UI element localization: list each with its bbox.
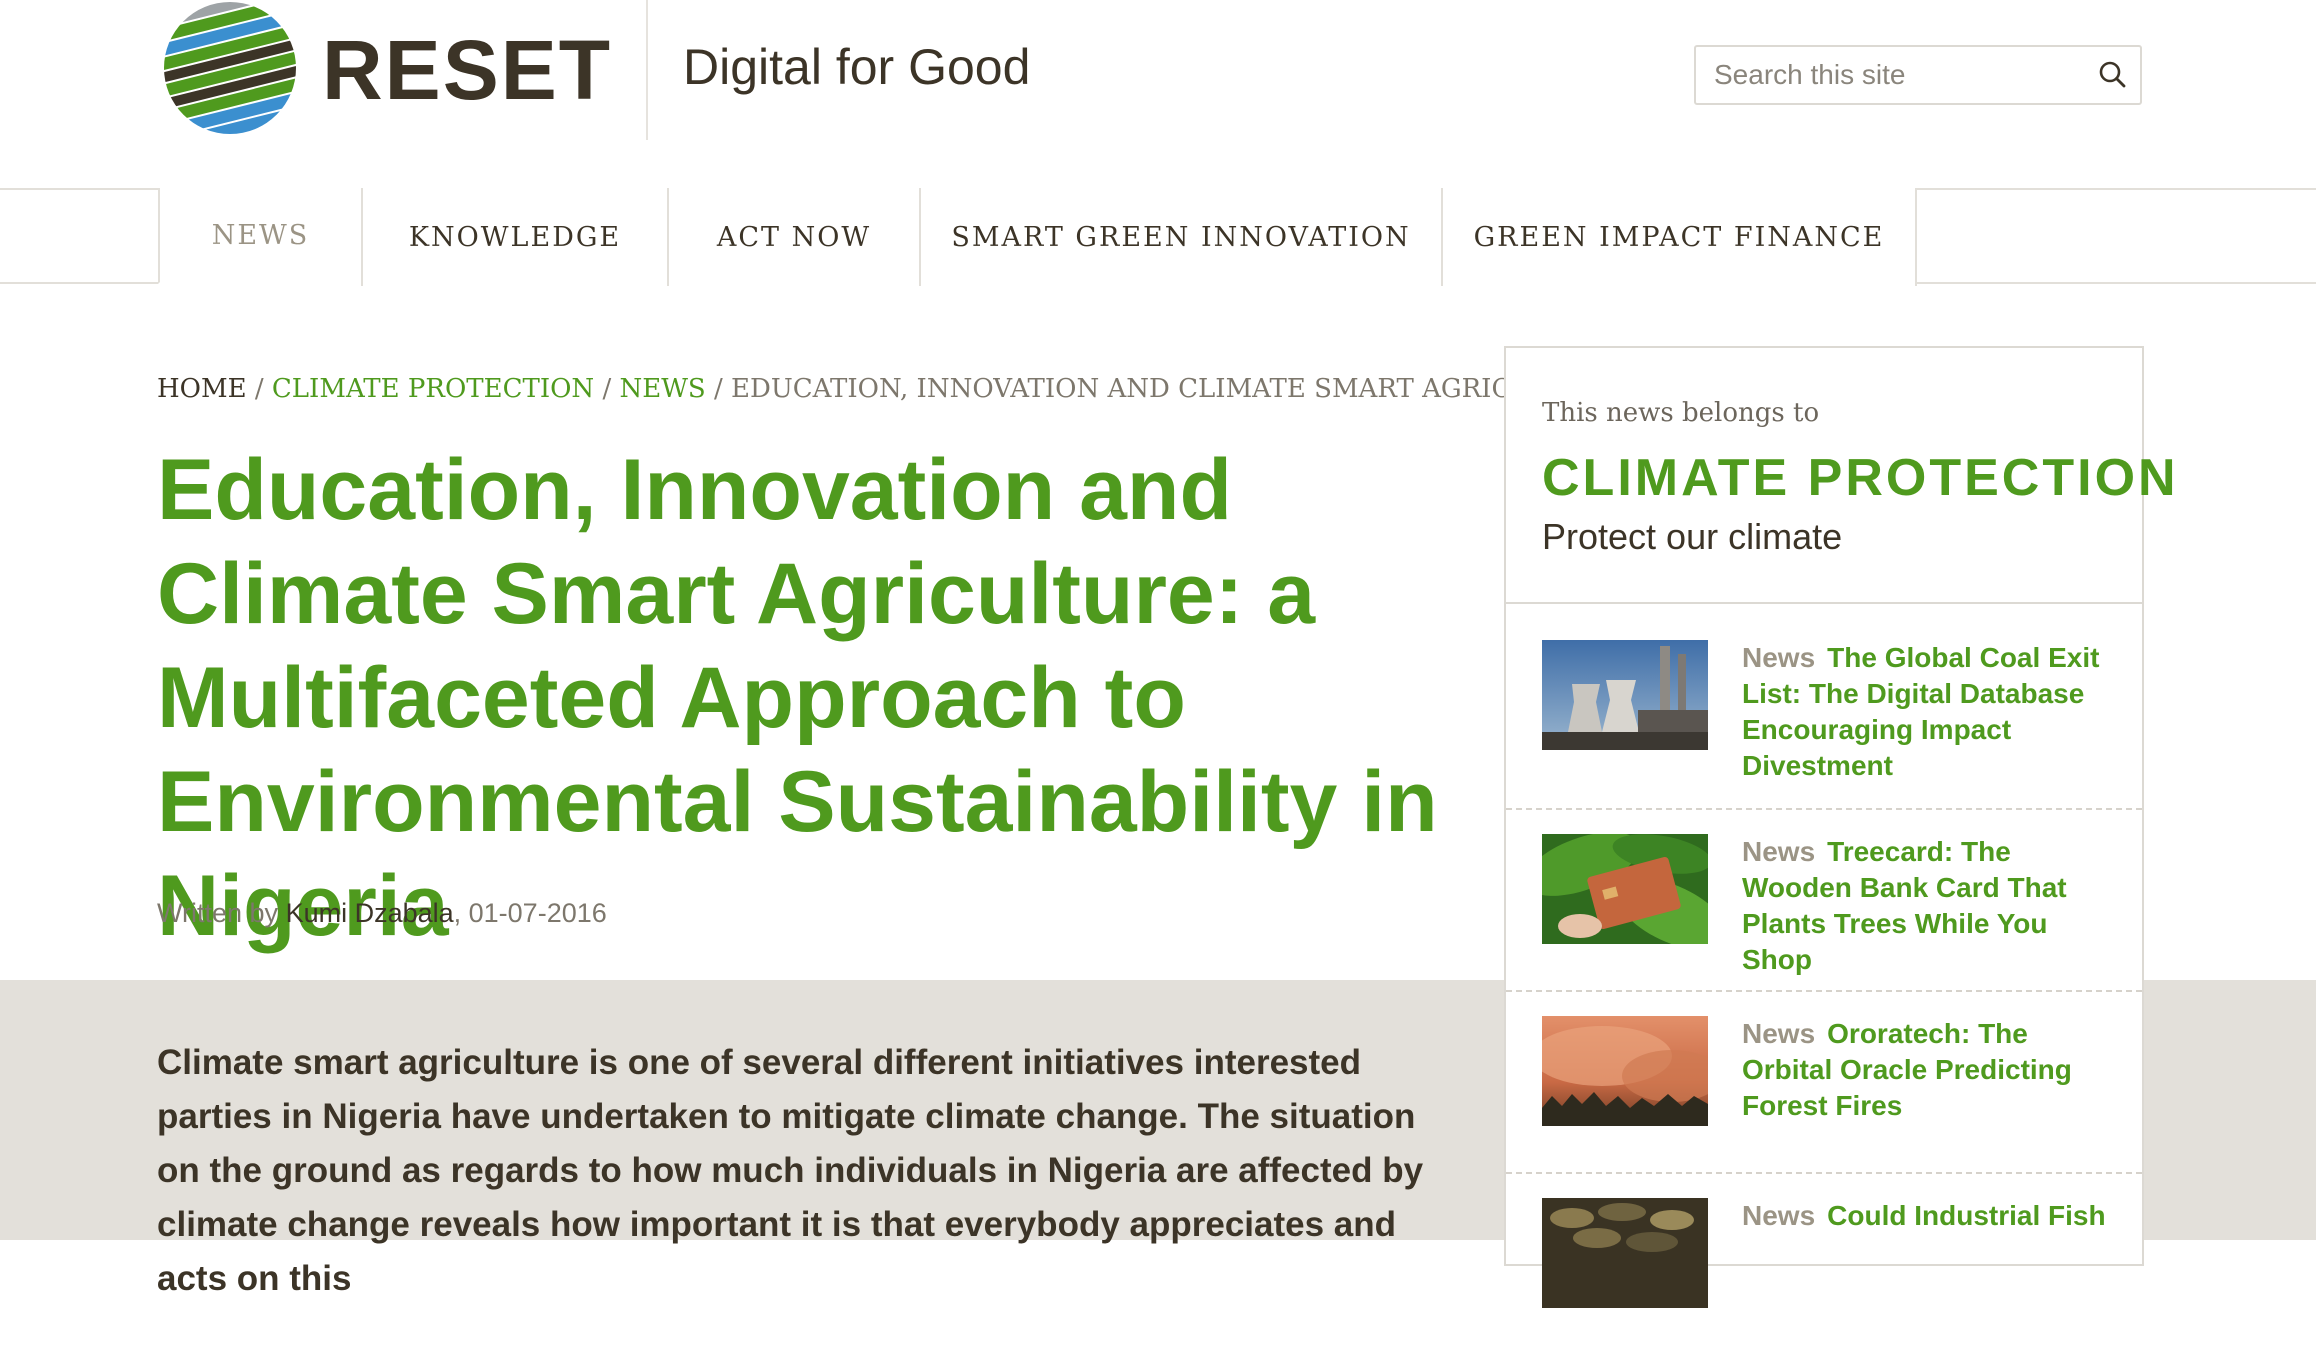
article-byline: Written by Kumi Dzabala, 01-07-2016 [157,898,607,929]
fish-waste-thumbnail[interactable] [1542,1198,1708,1308]
nav-news[interactable]: NEWS [158,188,361,284]
sidebar-item-divider [1506,808,2142,810]
related-sidebar: This news belongs to CLIMATE PROTECTION … [1504,346,2176,1308]
sidebar-kicker: This news belongs to [1542,398,1820,428]
sidebar-item-divider [1506,1172,2142,1174]
sidebar-news-link: News Ororatech: The Orbital Oracle Predic… [1742,1016,2112,1124]
sidebar-category-subtitle: Protect our climate [1542,516,1843,557]
coal-power-plant-thumbnail[interactable] [1542,640,1708,750]
reset-logo[interactable]: RESET [157,0,640,140]
nav-smart-green-innovation[interactable]: SMART GREEN INNOVATION [919,188,1441,286]
breadcrumb: HOME / CLIMATE PROTECTION / NEWS / EDUCA… [157,374,1668,404]
sidebar-news-item[interactable]: News Could Industrial Fish [1542,1198,2112,1358]
breadcrumb-separator: / [714,374,723,404]
sidebar-category-link[interactable]: CLIMATE PROTECTION [1542,448,2179,508]
wooden-card-thumbnail[interactable] [1542,834,1708,944]
sidebar-news-item[interactable]: News Ororatech: The Orbital Oracle Predic… [1542,1016,2112,1176]
breadcrumb-separator: / [602,374,612,404]
nav-knowledge[interactable]: KNOWLEDGE [361,188,667,286]
breadcrumb-section[interactable]: NEWS [619,374,705,404]
sidebar-news-item[interactable]: News The Global Coal Exit List: The Digit… [1542,640,2112,800]
news-title[interactable]: Could Industrial Fish [1827,1200,2105,1231]
article-title: Education, Innovation and Climate Smart … [157,442,1438,954]
author-link[interactable]: Kumi Dzabala [286,898,454,928]
breadcrumb-home[interactable]: HOME [157,374,247,404]
sidebar-item-divider [1506,990,2142,992]
sidebar-news-link: News The Global Coal Exit List: The Digit… [1742,640,2112,784]
news-tag: News [1742,1018,1816,1049]
site-tagline: Digital for Good [683,39,1031,95]
forest-fire-thumbnail[interactable] [1542,1016,1708,1126]
main-navigation: NEWS KNOWLEDGE ACT NOW SMART GREEN INNOV… [0,188,2316,286]
news-tag: News [1742,642,1816,673]
publish-date: , 01-07-2016 [453,898,607,928]
search-icon[interactable] [2096,59,2128,91]
search-input[interactable] [1714,47,2074,103]
written-by-label: Written by [157,898,279,928]
news-tag: News [1742,1200,1816,1231]
news-tag: News [1742,836,1816,867]
breadcrumb-separator: / [254,374,264,404]
nav-act-now[interactable]: ACT NOW [667,188,919,286]
sidebar-news-link: News Treecard: The Wooden Bank Card That … [1742,834,2112,978]
sidebar-divider [1506,602,2142,604]
breadcrumb-category[interactable]: CLIMATE PROTECTION [272,374,594,404]
sidebar-news-item[interactable]: News Treecard: The Wooden Bank Card That … [1542,834,2112,994]
search-box [1694,45,2142,105]
nav-green-impact-finance[interactable]: GREEN IMPACT FINANCE [1441,188,1917,286]
header-divider [646,0,648,140]
sidebar-news-link: News Could Industrial Fish [1742,1198,2112,1234]
logo-wordmark: RESET [322,23,613,117]
article-lead: Climate smart agriculture is one of seve… [157,1043,1424,1298]
